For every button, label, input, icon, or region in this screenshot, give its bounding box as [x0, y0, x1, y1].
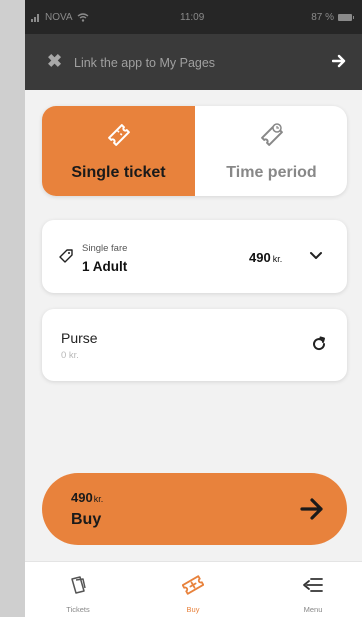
tab-buy[interactable]: Buy [153, 562, 233, 617]
refresh-icon[interactable] [311, 336, 327, 352]
buy-price: 490kr. [71, 490, 103, 505]
fare-price-currency: kr. [272, 254, 283, 264]
buy-price-currency: kr. [93, 494, 104, 504]
carrier-name: NOVA [45, 12, 73, 23]
tab-menu-label: Menu [303, 605, 323, 614]
single-ticket-option[interactable]: Single ticket [42, 106, 195, 196]
fare-selector-card[interactable]: Single fare 1 Adult 490 kr. [42, 220, 347, 293]
tab-tickets[interactable]: Tickets [38, 562, 118, 617]
time-period-option[interactable]: Time period [195, 106, 347, 196]
fare-type-label: Single fare [82, 243, 128, 254]
buy-button[interactable]: 490kr. Buy [42, 473, 347, 545]
bottom-tab-bar: Tickets Buy Menu [25, 561, 362, 617]
signal-icon [31, 13, 41, 22]
time-period-label: Time period [226, 164, 317, 181]
arrow-right-icon [300, 498, 323, 520]
chevron-down-icon[interactable] [309, 250, 323, 262]
tab-menu[interactable]: Menu [273, 562, 353, 617]
status-bar: NOVA 11:09 87 % [25, 0, 362, 34]
arrow-right-icon[interactable] [332, 54, 346, 68]
purse-balance: 0 kr. [61, 350, 79, 361]
buy-price-value: 490 [71, 490, 93, 505]
menu-icon [303, 578, 323, 592]
tab-buy-label: Buy [186, 605, 200, 614]
status-right: 87 % [311, 12, 354, 23]
ticket-clock-icon [260, 123, 283, 146]
link-my-pages-text: Link the app to My Pages [74, 56, 216, 70]
link-my-pages-bar[interactable]: ✖ Link the app to My Pages [25, 34, 362, 90]
wifi-icon [77, 13, 89, 22]
single-ticket-label: Single ticket [71, 164, 166, 181]
purse-card: Purse 0 kr. [42, 309, 347, 381]
buy-ticket-icon [182, 575, 204, 595]
ticket-icon [107, 124, 130, 146]
tab-tickets-label: Tickets [66, 605, 90, 614]
close-icon[interactable]: ✖ [47, 52, 62, 70]
fare-price-value: 490 [249, 250, 271, 265]
phone-screen: NOVA 11:09 87 % ✖ Link the app to My Pag… [25, 0, 362, 617]
purse-title: Purse [61, 330, 98, 346]
tag-icon [59, 249, 73, 263]
battery-icon [338, 14, 354, 21]
passenger-count: 1 Adult [82, 259, 128, 274]
ticket-type-selector: Single ticket Time period [42, 106, 347, 196]
fare-price: 490 kr. [249, 250, 282, 265]
status-left: NOVA [31, 12, 89, 23]
status-time: 11:09 [180, 12, 205, 23]
tickets-icon [71, 576, 86, 594]
buy-label: Buy [71, 511, 102, 528]
battery-percent: 87 % [311, 12, 334, 23]
